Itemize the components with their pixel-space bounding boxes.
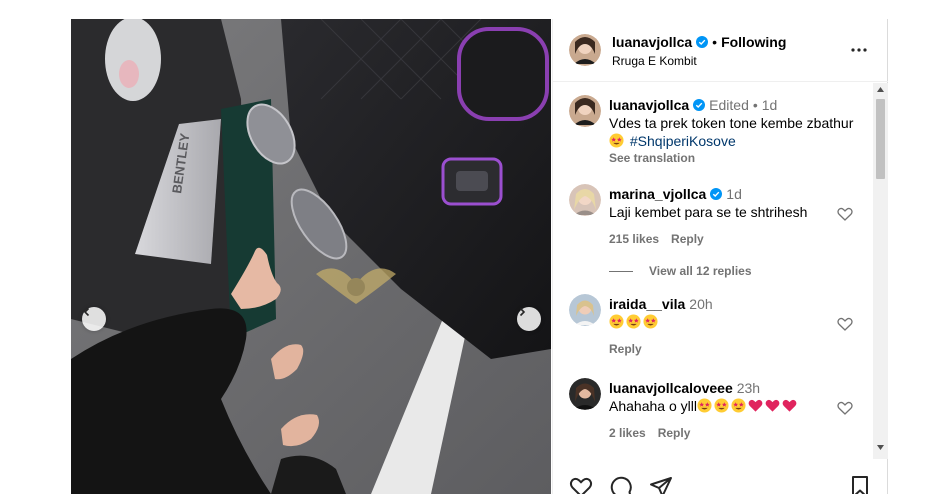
comment-emoji-row (609, 314, 660, 330)
star-struck-emoji-icon (714, 398, 729, 413)
comment-time[interactable]: 23h (737, 380, 760, 396)
post-action-bar (553, 471, 888, 494)
star-struck-emoji-icon (609, 133, 624, 148)
chevron-left-icon (83, 307, 90, 317)
red-heart-emoji-icon (782, 399, 797, 412)
caption-header: luanavjollca Edited • 1d (609, 97, 777, 113)
verified-badge-icon (710, 188, 723, 200)
commenter-username[interactable]: luanavjollcaloveee (609, 380, 733, 396)
chevron-right-icon (519, 307, 526, 317)
star-struck-emoji-icon (609, 314, 624, 329)
commenter-avatar[interactable] (569, 184, 601, 216)
caption-text: Vdes ta prek token tone kembe zbathur (609, 115, 854, 131)
comment-header: marina_vjollca 1d (609, 186, 742, 202)
separator-dot: • (712, 34, 718, 50)
post-photo: BENTLEY (71, 19, 551, 494)
comment-text: Ahahaha o ylll (609, 398, 697, 414)
commenter-username[interactable]: marina_vjollca (609, 186, 706, 202)
red-heart-emoji-icon (748, 399, 763, 412)
star-struck-emoji-icon (643, 314, 658, 329)
caption-item: luanavjollca Edited • 1d Vdes ta prek to… (553, 95, 873, 165)
caption-time[interactable]: 1d (762, 97, 778, 113)
reply-button[interactable]: Reply (609, 342, 642, 356)
comment-item: iraida__vila 20h Reply (553, 294, 873, 364)
heart-icon[interactable] (569, 475, 593, 494)
comment-item: marina_vjollca 1d Laji kembet para se te… (553, 184, 873, 278)
comment-time[interactable]: 20h (689, 296, 712, 312)
caption-hashtag-row: #ShqiperiKosove (609, 133, 736, 149)
comment-meta: 215 likes Reply (609, 232, 704, 246)
commenter-avatar[interactable] (569, 294, 601, 326)
comment-likes-count[interactable]: 215 likes (609, 232, 659, 246)
share-icon[interactable] (649, 475, 673, 494)
star-struck-emoji-icon (626, 314, 641, 329)
red-heart-emoji-icon (765, 399, 780, 412)
more-options-icon (851, 48, 867, 52)
car-door-photo: BENTLEY (71, 19, 551, 494)
like-comment-heart-icon[interactable] (837, 206, 853, 222)
comment-time[interactable]: 1d (726, 186, 742, 202)
scroll-down-arrow-icon[interactable] (877, 445, 884, 450)
reply-button[interactable]: Reply (658, 426, 691, 440)
author-avatar[interactable] (569, 34, 601, 66)
comment-text: Laji kembet para se te shtrihesh (609, 204, 808, 220)
view-replies-button[interactable]: View all 12 replies (609, 264, 752, 278)
comment-meta: 2 likes Reply (609, 426, 690, 440)
comment-likes-count[interactable]: 2 likes (609, 426, 646, 440)
caption-edited-label: Edited (709, 97, 749, 113)
post-header: luanavjollca • Following Rruga E Kombit (553, 19, 888, 82)
separator-dot: • (752, 97, 758, 113)
bookmark-icon[interactable] (848, 475, 872, 494)
caption-author-avatar[interactable] (569, 95, 601, 127)
scroll-up-arrow-icon[interactable] (877, 87, 884, 92)
see-translation-link[interactable]: See translation (609, 151, 695, 165)
next-photo-button[interactable] (517, 307, 541, 331)
comment-text-row: Ahahaha o ylll (609, 398, 799, 414)
like-comment-heart-icon[interactable] (837, 400, 853, 416)
comments-scrollbar[interactable] (873, 83, 888, 459)
following-button[interactable]: Following (721, 34, 786, 50)
post-location[interactable]: Rruga E Kombit (612, 54, 697, 68)
commenter-username[interactable]: iraida__vila (609, 296, 685, 312)
comment-item: luanavjollcaloveee 23h Ahahaha o ylll 2 … (553, 378, 873, 448)
like-comment-heart-icon[interactable] (837, 316, 853, 332)
view-replies-label: View all 12 replies (649, 264, 752, 278)
comment-icon[interactable] (609, 475, 633, 494)
caption-author-username[interactable]: luanavjollca (609, 97, 689, 113)
reply-button[interactable]: Reply (671, 232, 704, 246)
replies-divider (609, 270, 633, 272)
post-side-panel: luanavjollca • Following Rruga E Kombit … (552, 19, 888, 494)
more-options-button[interactable] (849, 40, 869, 60)
previous-photo-button[interactable] (82, 307, 106, 331)
comment-header: iraida__vila 20h (609, 296, 713, 312)
author-name-row: luanavjollca • Following (612, 34, 786, 50)
comment-meta: Reply (609, 342, 642, 356)
verified-badge-icon (696, 36, 709, 48)
comment-header: luanavjollcaloveee 23h (609, 380, 760, 396)
star-struck-emoji-icon (731, 398, 746, 413)
comments-list[interactable]: luanavjollca Edited • 1d Vdes ta prek to… (553, 83, 873, 459)
verified-badge-icon (693, 99, 706, 111)
star-struck-emoji-icon (697, 398, 712, 413)
scrollbar-thumb[interactable] (876, 99, 885, 179)
author-username[interactable]: luanavjollca (612, 34, 692, 50)
commenter-avatar[interactable] (569, 378, 601, 410)
caption-hashtag-link[interactable]: #ShqiperiKosove (630, 133, 736, 149)
